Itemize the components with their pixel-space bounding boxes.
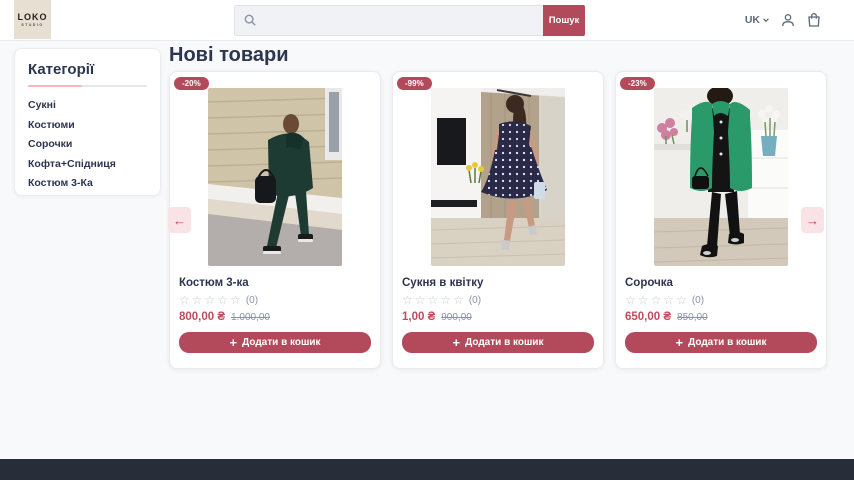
add-to-cart-label: Додати в кошик: [242, 337, 320, 348]
star-icon: ☆: [402, 294, 413, 306]
add-to-cart-label: Додати в кошик: [465, 337, 543, 348]
discount-badge: -99%: [397, 77, 432, 90]
product-rating: ☆☆☆☆☆ (0): [625, 294, 817, 306]
search-bar: Пошук: [234, 5, 585, 36]
arrow-left-icon: ←: [173, 213, 186, 228]
star-icon: ☆: [230, 294, 241, 306]
user-account-icon[interactable]: [780, 12, 796, 28]
categories-panel: Категорії Сукні Костюми Сорочки Кофта+Сп…: [14, 48, 161, 196]
arrow-right-icon: →: [806, 213, 819, 228]
sidebar-item-dresses[interactable]: Сукні: [28, 100, 147, 111]
product-rating: ☆☆☆☆☆ (0): [402, 294, 594, 306]
star-icon: ☆: [179, 294, 190, 306]
star-icon: ☆: [192, 294, 203, 306]
header: LOKO STUDIO Пошук UK: [0, 0, 854, 41]
star-icon: ☆: [453, 294, 464, 306]
search-button[interactable]: Пошук: [543, 5, 585, 36]
product-price-row: 800,00 ₴ 1.000,00: [179, 311, 371, 323]
star-icon: ☆: [663, 294, 674, 306]
star-icon: ☆: [217, 294, 228, 306]
cart-icon[interactable]: [806, 12, 822, 28]
header-right: UK: [745, 9, 822, 31]
logo-text: LOKO: [18, 12, 48, 22]
plus-icon: +: [230, 336, 238, 349]
product-info: Костюм 3-ка ☆☆☆☆☆ (0) 800,00 ₴ 1.000,00 …: [170, 277, 380, 353]
star-icon: ☆: [415, 294, 426, 306]
product-card: -99%: [392, 71, 604, 369]
rating-count: (0): [692, 295, 704, 306]
plus-icon: +: [676, 336, 684, 349]
product-title[interactable]: Сукня в квітку: [402, 277, 594, 289]
product-carousel: -20% Костюм 3-ка: [169, 71, 827, 369]
product-price-row: 650,00 ₴ 850,00: [625, 311, 817, 323]
logo[interactable]: LOKO STUDIO: [14, 0, 51, 39]
product-image[interactable]: [654, 88, 788, 266]
rating-count: (0): [246, 295, 258, 306]
product-card: -23%: [615, 71, 827, 369]
star-icon: ☆: [205, 294, 216, 306]
price-old: 1.000,00: [231, 312, 270, 323]
price-old: 850,00: [677, 312, 708, 323]
page-title: Нові товари: [169, 44, 288, 67]
carousel-next-button[interactable]: →: [801, 207, 824, 233]
add-to-cart-button[interactable]: + Додати в кошик: [402, 332, 594, 353]
star-icon: ☆: [625, 294, 636, 306]
product-title[interactable]: Сорочка: [625, 277, 817, 289]
language-selector[interactable]: UK: [745, 14, 770, 26]
add-to-cart-button[interactable]: + Додати в кошик: [625, 332, 817, 353]
price-current: 1,00 ₴: [402, 311, 435, 323]
rating-count: (0): [469, 295, 481, 306]
add-to-cart-label: Додати в кошик: [688, 337, 766, 348]
product-rating: ☆☆☆☆☆ (0): [179, 294, 371, 306]
sidebar-item-suit-3pc[interactable]: Костюм 3-Ка: [28, 178, 147, 189]
product-image[interactable]: [208, 88, 342, 266]
discount-badge: -20%: [174, 77, 209, 90]
search-input[interactable]: [234, 5, 543, 36]
product-info: Сорочка ☆☆☆☆☆ (0) 650,00 ₴ 850,00 + Дода…: [616, 277, 826, 353]
star-icon: ☆: [676, 294, 687, 306]
language-label: UK: [745, 14, 760, 26]
categories-title: Категорії: [28, 61, 147, 78]
star-icon: ☆: [651, 294, 662, 306]
star-icon: ☆: [638, 294, 649, 306]
product-card: -20% Костюм 3-ка: [169, 71, 381, 369]
chevron-down-icon: [762, 16, 770, 24]
logo-subtext: STUDIO: [21, 23, 43, 27]
product-title[interactable]: Костюм 3-ка: [179, 277, 371, 289]
carousel-prev-button[interactable]: ←: [168, 207, 191, 233]
product-info: Сукня в квітку ☆☆☆☆☆ (0) 1,00 ₴ 900,00 +…: [393, 277, 603, 353]
star-icon: ☆: [428, 294, 439, 306]
star-icon: ☆: [440, 294, 451, 306]
price-old: 900,00: [441, 312, 472, 323]
price-current: 800,00 ₴: [179, 311, 225, 323]
add-to-cart-button[interactable]: + Додати в кошик: [179, 332, 371, 353]
sidebar-item-shirts[interactable]: Сорочки: [28, 139, 147, 150]
price-current: 650,00 ₴: [625, 311, 671, 323]
sidebar-item-suits[interactable]: Костюми: [28, 120, 147, 131]
footer: [0, 459, 854, 480]
plus-icon: +: [453, 336, 461, 349]
sidebar-item-top-skirt[interactable]: Кофта+Спідниця: [28, 159, 147, 170]
categories-divider: [28, 85, 147, 87]
discount-badge: -23%: [620, 77, 655, 90]
product-price-row: 1,00 ₴ 900,00: [402, 311, 594, 323]
product-image[interactable]: [431, 88, 565, 266]
search-icon: [243, 13, 257, 27]
